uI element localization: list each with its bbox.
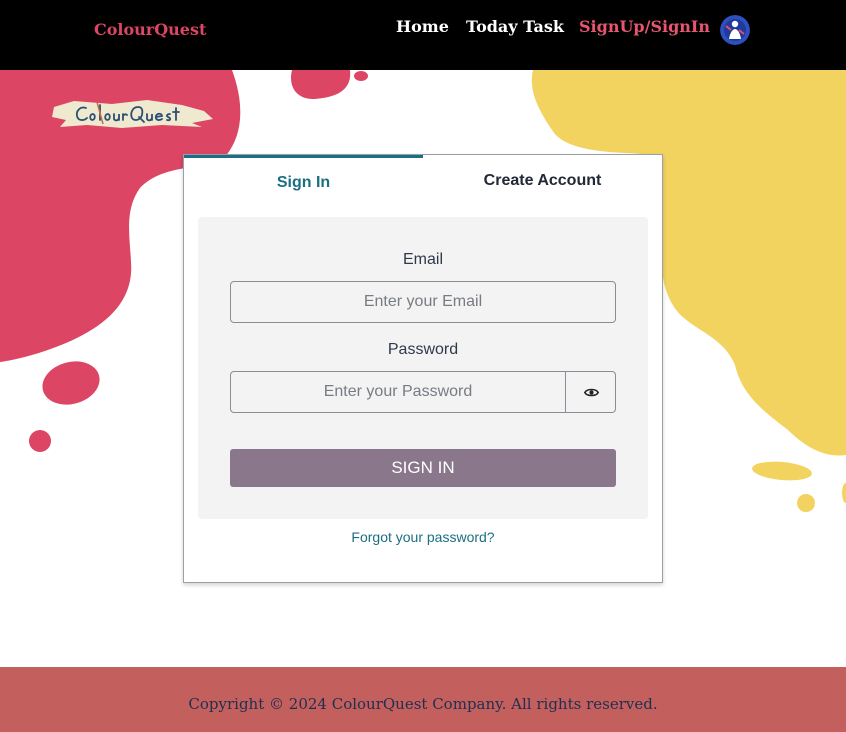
password-label: Password bbox=[387, 341, 459, 358]
copyright-text: Copyright © 2024 ColourQuest Company. Al… bbox=[188, 695, 658, 713]
eye-icon bbox=[584, 388, 599, 397]
auth-card: Sign In Create Account Email Password SI… bbox=[183, 154, 663, 583]
toggle-password-visibility-button[interactable] bbox=[565, 371, 616, 413]
top-navbar: ColourQuest Home Today Task SignUp/SignI… bbox=[0, 0, 846, 70]
colourquest-logo bbox=[52, 97, 214, 131]
sign-in-button[interactable]: SIGN IN bbox=[230, 449, 616, 487]
tab-create-account[interactable]: Create Account bbox=[423, 155, 662, 207]
password-field[interactable] bbox=[230, 371, 566, 413]
sign-in-form: Email Password SIGN IN bbox=[198, 217, 648, 519]
forgot-password-link[interactable]: Forgot your password? bbox=[184, 529, 662, 545]
nav-link-home[interactable]: Home bbox=[396, 17, 449, 36]
user-avatar-icon[interactable] bbox=[720, 15, 750, 45]
navbar-brand[interactable]: ColourQuest bbox=[94, 20, 206, 39]
page-footer: Copyright © 2024 ColourQuest Company. Al… bbox=[0, 667, 846, 732]
email-field[interactable] bbox=[230, 281, 616, 323]
nav-link-today-task[interactable]: Today Task bbox=[466, 17, 564, 36]
nav-link-signup-signin[interactable]: SignUp/SignIn bbox=[579, 17, 710, 36]
email-label: Email bbox=[402, 251, 443, 268]
tab-sign-in[interactable]: Sign In bbox=[184, 155, 423, 207]
